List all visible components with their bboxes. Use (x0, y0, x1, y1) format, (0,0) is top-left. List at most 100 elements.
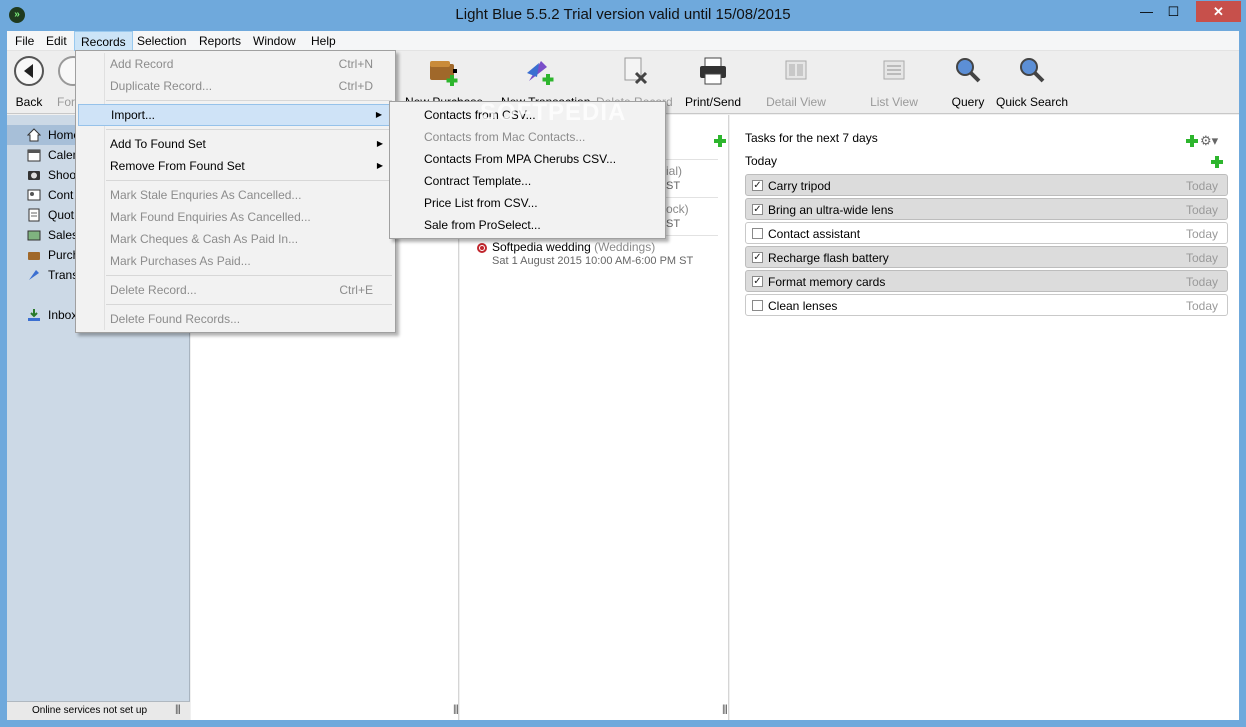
quick-search-button[interactable]: Quick Search (996, 55, 1068, 113)
menu-add-to-found-set[interactable]: Add To Found Set ▶ (78, 133, 393, 155)
sidebar-item-label: Quot (48, 208, 75, 222)
menu-window[interactable]: Window (247, 31, 302, 51)
menu-item-label: Duplicate Record... (110, 79, 213, 93)
task-checkbox[interactable] (752, 228, 763, 239)
task-item[interactable]: Contact assistant Today (745, 222, 1228, 244)
event-category: ock) (666, 202, 689, 216)
online-status: Online services not set up (7, 701, 190, 720)
menu-shortcut: Ctrl+N (338, 57, 373, 71)
menu-delete-record[interactable]: Delete Record... Ctrl+E (78, 279, 393, 301)
sidebar-resize-grip-icon[interactable]: ||| (175, 704, 181, 715)
menu-item-label: Remove From Found Set (110, 159, 245, 173)
detail-view-label: Detail View (766, 95, 826, 109)
list-view-label: List View (870, 95, 918, 109)
task-label: Recharge flash battery (768, 251, 889, 265)
menu-file[interactable]: File (9, 31, 40, 51)
query-button[interactable]: Query (950, 55, 986, 113)
add-task-plus-icon[interactable] (1186, 135, 1198, 147)
menu-item-label: Import... (111, 108, 156, 122)
import-mpa-cherubs-csv[interactable]: Contacts From MPA Cherubs CSV... (392, 148, 663, 170)
task-due: Today (1185, 179, 1218, 193)
menu-duplicate-record[interactable]: Duplicate Record... Ctrl+D (78, 75, 393, 97)
task-item[interactable]: ✓ Recharge flash battery Today (745, 246, 1228, 268)
import-sale-proselect[interactable]: Sale from ProSelect... (392, 214, 663, 236)
task-group-label: Today (745, 154, 778, 168)
task-item[interactable]: ✓ Format memory cards Today (745, 270, 1228, 292)
sales-icon (27, 230, 41, 241)
task-checkbox[interactable] (752, 300, 763, 311)
import-contract-template[interactable]: Contract Template... (392, 170, 663, 192)
list-view-icon (883, 60, 905, 80)
list-view-button[interactable]: List View (870, 55, 918, 113)
task-label: Format memory cards (768, 275, 886, 289)
event-title[interactable]: ock) (666, 202, 689, 216)
sidebar-item-label: Inbox (48, 308, 78, 322)
menu-records[interactable]: Records (74, 31, 133, 51)
submenu-arrow-icon: ▶ (376, 139, 383, 148)
maximize-button[interactable]: ☐ (1160, 1, 1187, 22)
menu-separator (106, 180, 392, 181)
event-title[interactable]: ial) (666, 164, 682, 178)
task-label: Carry tripod (768, 179, 831, 193)
back-arrow-icon (14, 56, 44, 86)
print-send-button[interactable]: Print/Send (685, 55, 741, 113)
task-checkbox[interactable]: ✓ (752, 180, 763, 191)
task-label: Contact assistant (768, 227, 861, 241)
task-item[interactable]: ✓ Bring an ultra-wide lens Today (745, 198, 1228, 220)
window-title: Light Blue 5.5.2 Trial version valid unt… (455, 6, 791, 23)
menu-separator (106, 275, 392, 276)
event-title[interactable]: Softpedia wedding (Weddings) (492, 240, 655, 254)
menu-help[interactable]: Help (305, 31, 342, 51)
sidebar-item-label: Sales (48, 228, 79, 242)
detail-view-icon (785, 60, 807, 80)
minimize-button[interactable]: — (1133, 1, 1160, 22)
task-label: Clean lenses (768, 299, 838, 313)
close-button[interactable]: ✕ (1196, 1, 1241, 22)
add-event-plus-icon[interactable] (714, 135, 726, 147)
sidebar-item-label: Trans (48, 268, 79, 282)
task-checkbox[interactable]: ✓ (752, 204, 763, 215)
back-button[interactable]: Back (11, 55, 47, 113)
wallet-plus-icon (430, 61, 459, 86)
menu-reports[interactable]: Reports (193, 31, 247, 51)
menu-edit[interactable]: Edit (40, 31, 73, 51)
printer-icon (700, 57, 726, 85)
import-mac-contacts[interactable]: Contacts from Mac Contacts... (392, 126, 663, 148)
import-price-list-csv[interactable]: Price List from CSV... (392, 192, 663, 214)
menu-shortcut: Ctrl+D (338, 79, 373, 93)
detail-view-button[interactable]: Detail View (766, 55, 826, 113)
task-item[interactable]: ✓ Carry tripod Today (745, 174, 1228, 196)
event-category: (Weddings) (594, 240, 656, 254)
quick-search-icon (1020, 58, 1045, 83)
menu-delete-found-records[interactable]: Delete Found Records... (78, 308, 393, 330)
forward-label: For (57, 95, 75, 109)
menu-mark-purchases-paid[interactable]: Mark Purchases As Paid... (78, 250, 393, 272)
inbox-icon (28, 309, 40, 321)
magnifier-icon (956, 58, 981, 83)
pane-resize-grip-icon[interactable]: ||| (722, 704, 728, 715)
task-item[interactable]: Clean lenses Today (745, 294, 1228, 316)
pane-resize-grip-icon[interactable]: ||| (453, 704, 459, 715)
menu-remove-from-found-set[interactable]: Remove From Found Set ▶ (78, 155, 393, 177)
gear-icon[interactable]: ⚙▾ (1200, 133, 1218, 149)
wallet-icon (28, 252, 40, 260)
menu-import[interactable]: Import... ▶ (78, 104, 393, 126)
add-today-task-plus-icon[interactable] (1211, 156, 1223, 168)
title-bar: » Light Blue 5.5.2 Trial version valid u… (0, 0, 1246, 31)
menu-selection[interactable]: Selection (131, 31, 192, 51)
menu-item-label: Delete Record... (110, 283, 197, 297)
menu-add-record[interactable]: Add Record Ctrl+N (78, 53, 393, 75)
menu-bar: File Edit Records Selection Reports Wind… (7, 31, 1239, 51)
submenu-arrow-icon: ▶ (375, 110, 382, 119)
document-delete-icon (624, 57, 648, 85)
task-checkbox[interactable]: ✓ (752, 252, 763, 263)
tasks-title: Tasks for the next 7 days (745, 131, 878, 145)
menu-mark-cheques-paid[interactable]: Mark Cheques & Cash As Paid In... (78, 228, 393, 250)
menu-shortcut: Ctrl+E (339, 283, 373, 297)
task-due: Today (1185, 203, 1218, 217)
sidebar-item-label: Shoo (48, 168, 77, 182)
task-checkbox[interactable]: ✓ (752, 276, 763, 287)
menu-mark-found-enquiries[interactable]: Mark Found Enquiries As Cancelled... (78, 206, 393, 228)
menu-item-label: Add Record (110, 57, 174, 71)
menu-mark-stale-enquiries[interactable]: Mark Stale Enquries As Cancelled... (78, 184, 393, 206)
